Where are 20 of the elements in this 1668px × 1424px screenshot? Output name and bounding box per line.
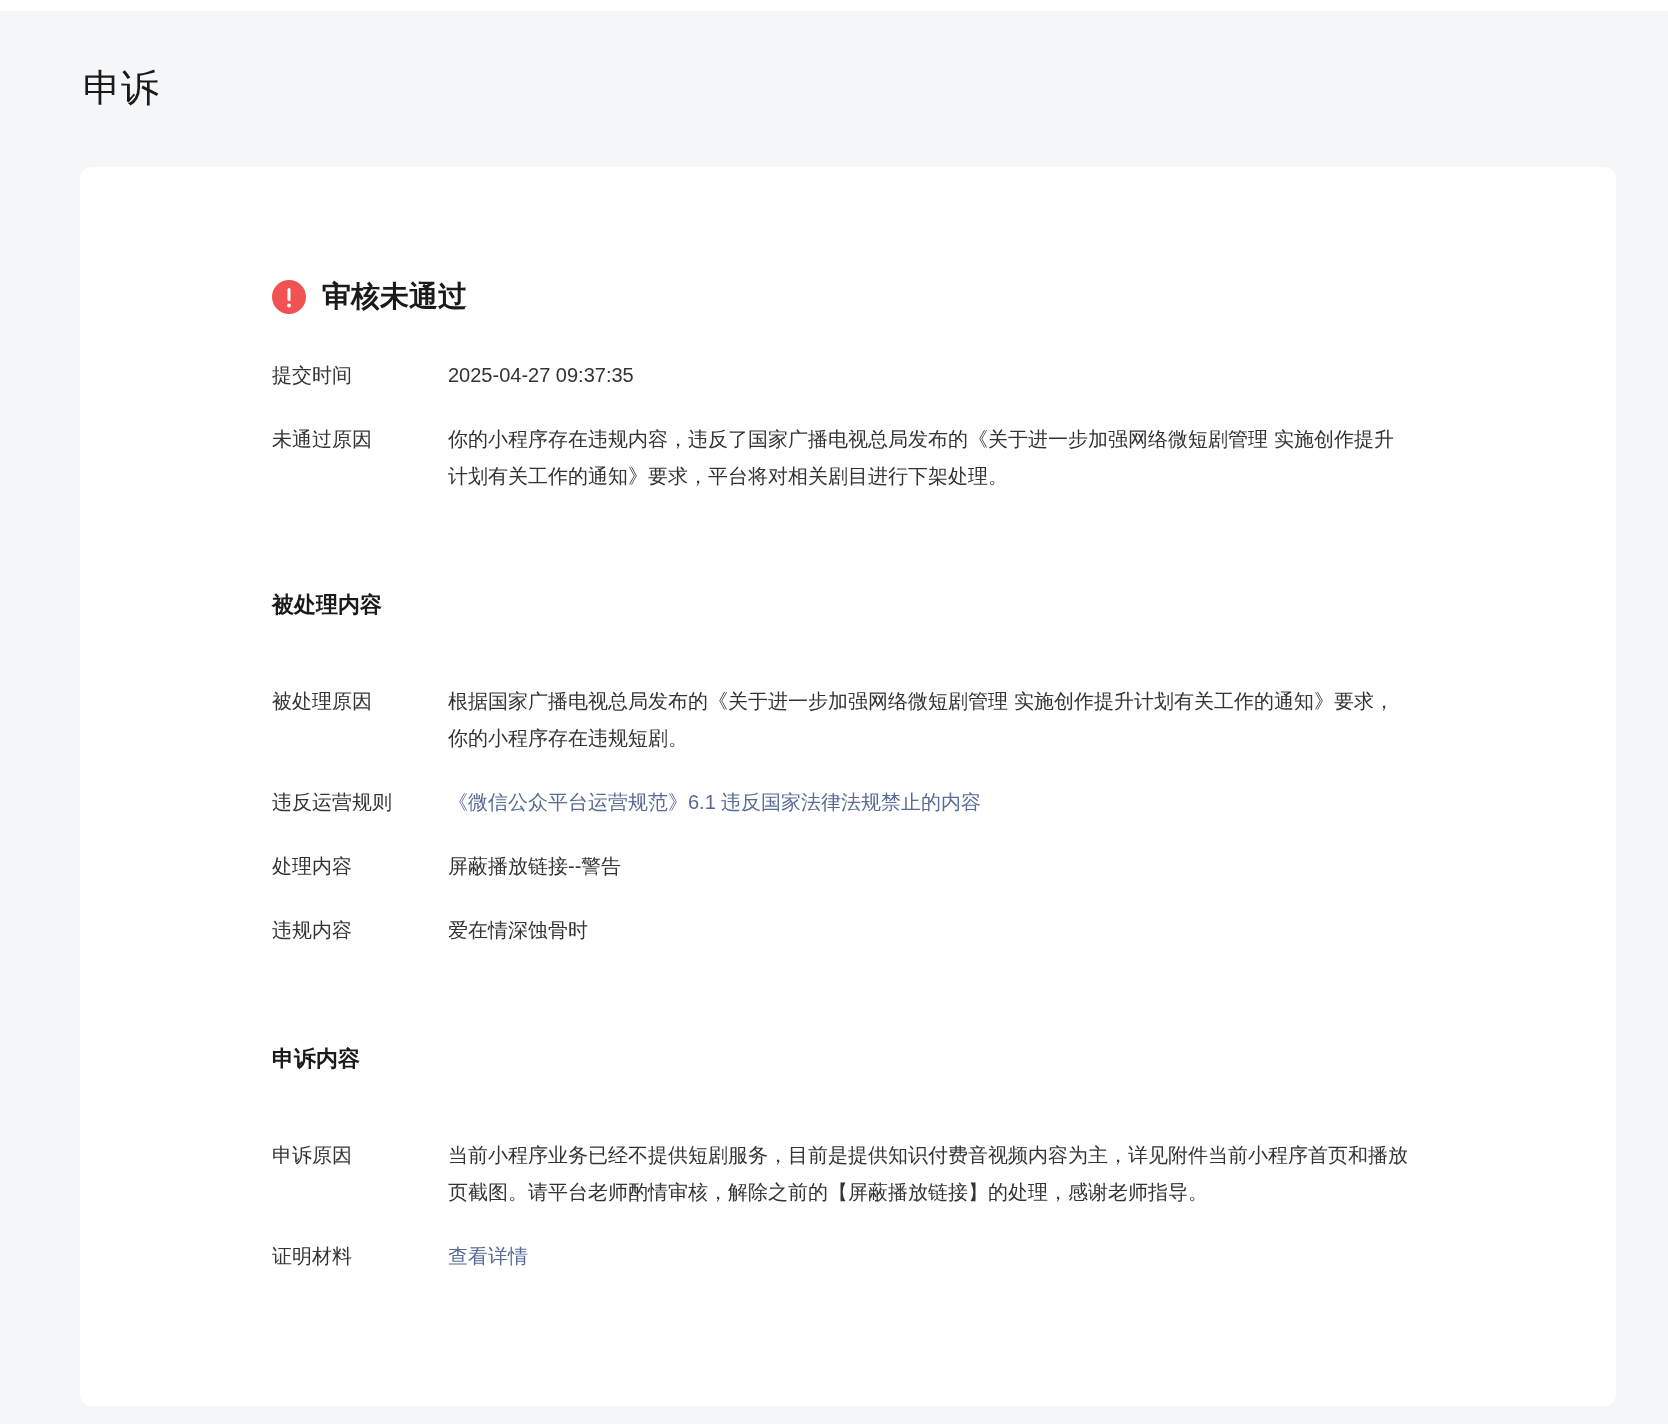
field-label: 证明材料 [272, 1244, 353, 1269]
section-title: 被处理内容 [272, 591, 383, 619]
field-label: 提交时间 [272, 363, 353, 388]
field-label: 被处理原因 [272, 689, 373, 714]
field-value: 你的小程序存在违规内容，违反了国家广播电视总局发布的《关于进一步加强网络微短剧管理 实施创作提升计划有关工作的通知》要求，平台将对相关剧目进行下架处理。 [448, 427, 1395, 489]
field-value: 屏蔽播放链接--警告 [448, 854, 623, 879]
rule-link[interactable]: 《微信公众平台运营规范》6.1 违反国家法律法规禁止的内容 [448, 784, 1408, 821]
field-label: 处理内容 [272, 854, 353, 879]
field-value: 爱在情深蚀骨时 [448, 918, 589, 943]
status-title: 审核未通过 [322, 279, 467, 314]
rule-link[interactable]: 查看详情 [448, 1238, 1408, 1275]
field-value: 根据国家广播电视总局发布的《关于进一步加强网络微短剧管理 实施创作提升计划有关工作的通知》要求，你的小程序存在违规短剧。 [448, 689, 1395, 751]
field-label: 违规内容 [272, 918, 353, 943]
field-label: 违反运营规则 [272, 790, 393, 815]
field-value: 当前小程序业务已经不提供短剧服务，目前是提供知识付费音视频内容为主，详见附件当前小程序首页和播放页截图。请平台老师酌情审核，解除之前的【屏蔽播放链接】的处理，感谢老师指导。 [448, 1143, 1408, 1205]
field-value: 2025-04-27 09:37:35 [448, 363, 635, 388]
page-title: 申诉 [83, 66, 160, 111]
section-title: 申诉内容 [272, 1045, 361, 1073]
field-label: 申诉原因 [272, 1143, 353, 1168]
field-label: 未通过原因 [272, 427, 373, 452]
